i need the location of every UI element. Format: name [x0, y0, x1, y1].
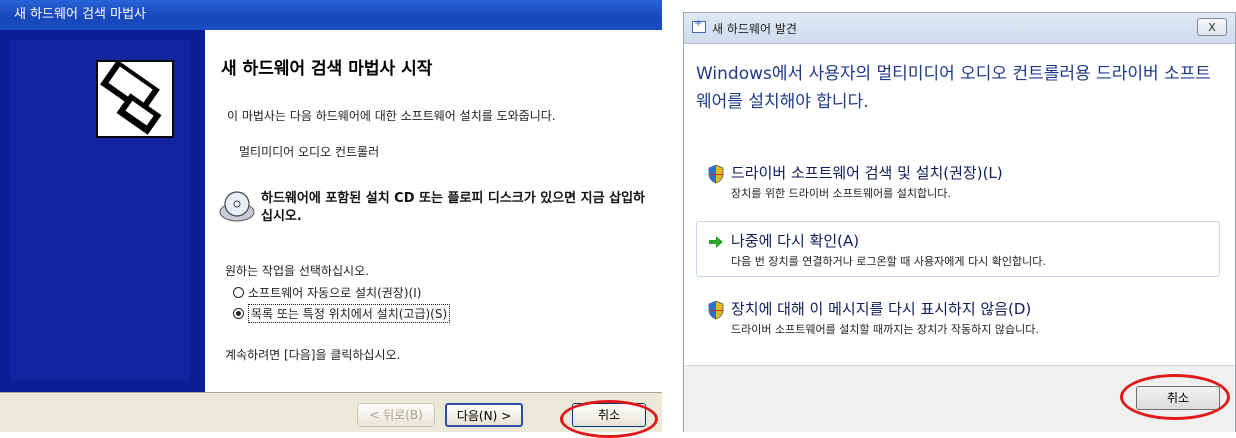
- xp-wizard-heading: 새 하드웨어 검색 마법사 시작: [221, 59, 433, 79]
- xp-title-bar: 새 하드웨어 검색 마법사: [0, 0, 662, 30]
- next-button[interactable]: 다음(N) >: [445, 403, 523, 427]
- xp-wizard-window: 새 하드웨어 검색 마법사 새 하드웨어 검색 마법사 시작 이 마법사는 다음…: [0, 0, 662, 438]
- auto-install-label: 소프트웨어 자동으로 설치(권장)(I): [248, 286, 422, 300]
- radio-circle-selected: [233, 308, 244, 319]
- xp-wizard-content: 새 하드웨어 검색 마법사 시작 이 마법사는 다음 하드웨어에 대한 소프트웨…: [205, 30, 662, 392]
- search-install-label: 드라이버 소프트웨어 검색 및 설치(권장)(L): [731, 164, 1003, 182]
- close-button[interactable]: X: [1197, 18, 1227, 36]
- xp-device-name: 멀티미디어 오디오 컨트롤러: [239, 145, 380, 159]
- ask-later-option[interactable]: 나중에 다시 확인(A) 다음 번 장치를 연결하거나 로그온할 때 사용자에게…: [696, 221, 1220, 277]
- xp-window-title: 새 하드웨어 검색 마법사: [14, 7, 146, 22]
- vista-title-bar: 새 하드웨어 발견 X: [684, 13, 1235, 44]
- advanced-install-radio[interactable]: 목록 또는 특정 위치에서 설치(고급)(S): [233, 304, 451, 323]
- dont-show-again-option[interactable]: 장치에 대해 이 메시지를 다시 표시하지 않음(D) 드라이버 소프트웨어를 …: [696, 289, 1220, 345]
- ask-later-description: 다음 번 장치를 연결하거나 로그온할 때 사용자에게 다시 확인합니다.: [731, 255, 1046, 268]
- xp-wizard-description: 이 마법사는 다음 하드웨어에 대한 소프트웨어 설치를 도와줍니다.: [227, 109, 556, 123]
- green-arrow-icon: [709, 236, 723, 248]
- shield-icon: [708, 164, 724, 184]
- vista-dialog-window: 새 하드웨어 발견 X Windows에서 사용자의 멀티미디어 오디오 컨트롤…: [683, 12, 1236, 432]
- vista-dialog-heading: Windows에서 사용자의 멀티미디어 오디오 컨트롤러용 드라이버 소프트웨…: [696, 64, 1211, 112]
- auto-install-radio[interactable]: 소프트웨어 자동으로 설치(권장)(I): [233, 284, 421, 301]
- search-install-description: 장치를 위한 드라이버 소프트웨어를 설치합니다.: [731, 187, 951, 200]
- hardware-app-icon: [692, 18, 706, 33]
- close-icon: X: [1208, 21, 1216, 34]
- dont-show-again-description: 드라이버 소프트웨어를 설치할 때까지는 장치가 작동하지 않습니다.: [731, 323, 1039, 336]
- xp-cd-instruction: 하드웨어에 포함된 설치 CD 또는 플로피 디스크가 있으면 지금 삽입하십시…: [261, 191, 645, 224]
- xp-continue-instruction: 계속하려면 [다음]을 클릭하십시오.: [225, 348, 401, 362]
- vista-cancel-highlight-circle: [1120, 374, 1230, 420]
- xp-cancel-highlight-circle: [560, 400, 658, 438]
- xp-choose-prompt: 원하는 작업을 선택하십시오.: [225, 264, 369, 278]
- ask-later-label: 나중에 다시 확인(A): [731, 232, 860, 250]
- search-install-driver-option[interactable]: 드라이버 소프트웨어 검색 및 설치(권장)(L) 장치를 위한 드라이버 소프…: [696, 153, 1220, 209]
- vista-footer: 취소: [684, 365, 1235, 432]
- shield-icon: [708, 300, 724, 320]
- hardware-wizard-icon: [96, 59, 174, 138]
- radio-circle: [233, 287, 244, 298]
- dont-show-again-label: 장치에 대해 이 메시지를 다시 표시하지 않음(D): [731, 300, 1032, 318]
- xp-wizard-sidebar: [0, 30, 205, 392]
- back-button[interactable]: < 뒤로(B): [357, 403, 435, 427]
- advanced-install-label: 목록 또는 특정 위치에서 설치(고급)(S): [248, 304, 451, 323]
- vista-window-title: 새 하드웨어 발견: [712, 22, 797, 36]
- cd-disc-icon: [219, 191, 255, 222]
